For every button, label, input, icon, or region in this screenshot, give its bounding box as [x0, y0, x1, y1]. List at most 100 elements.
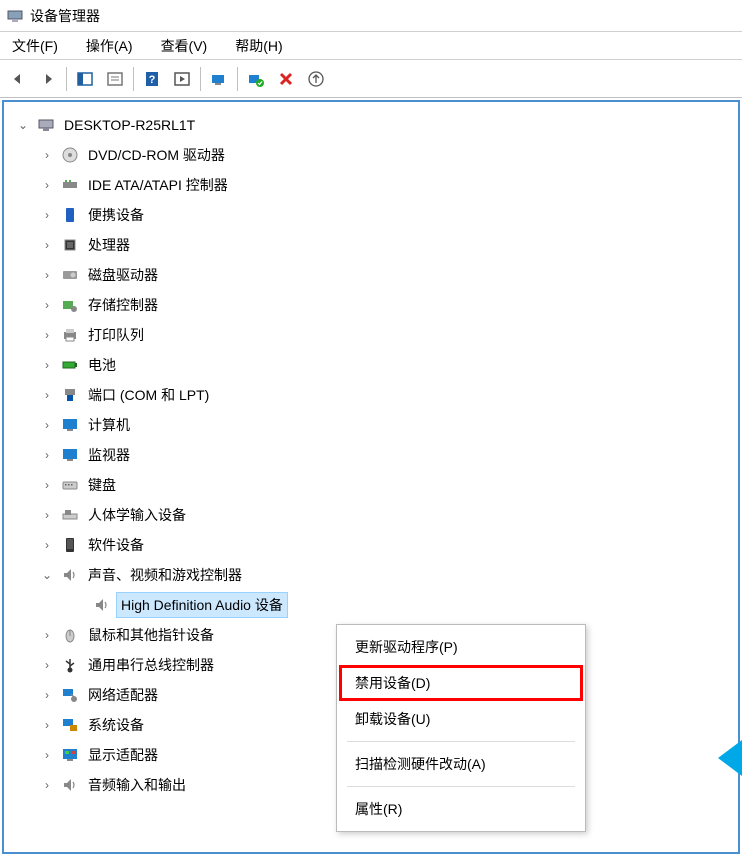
speaker-icon [92, 595, 112, 615]
show-hide-console-button[interactable] [71, 65, 99, 93]
system-icon [60, 715, 80, 735]
root-node[interactable]: ⌄ DESKTOP-R25RL1T [8, 110, 734, 140]
category-label: 计算机 [84, 413, 134, 437]
expander-icon[interactable]: › [38, 416, 56, 434]
expander-icon[interactable]: › [38, 386, 56, 404]
context-menu: 更新驱动程序(P) 禁用设备(D) 卸载设备(U) 扫描检测硬件改动(A) 属性… [336, 624, 586, 832]
menu-view[interactable]: 查看(V) [155, 34, 214, 58]
help-button[interactable]: ? [138, 65, 166, 93]
expander-icon[interactable]: › [38, 296, 56, 314]
ctx-update-driver[interactable]: 更新驱动程序(P) [339, 629, 583, 665]
category-label: DVD/CD-ROM 驱动器 [84, 143, 229, 167]
expander-icon[interactable]: › [38, 506, 56, 524]
ide-icon [60, 175, 80, 195]
menu-action[interactable]: 操作(A) [80, 34, 139, 58]
expander-icon[interactable]: › [38, 746, 56, 764]
port-icon [60, 385, 80, 405]
category-dvd[interactable]: › DVD/CD-ROM 驱动器 [8, 140, 734, 170]
category-software[interactable]: › 软件设备 [8, 530, 734, 560]
monitor-icon [60, 415, 80, 435]
category-computer[interactable]: › 计算机 [8, 410, 734, 440]
uninstall-button[interactable] [272, 65, 300, 93]
expander-icon[interactable]: › [38, 536, 56, 554]
audio-io-icon [60, 775, 80, 795]
category-label: 显示适配器 [84, 743, 162, 767]
category-keyboard[interactable]: › 键盘 [8, 470, 734, 500]
category-label: 电池 [84, 353, 120, 377]
category-label: 音频输入和输出 [84, 773, 190, 797]
category-processor[interactable]: › 处理器 [8, 230, 734, 260]
network-icon [60, 685, 80, 705]
ctx-scan-hardware[interactable]: 扫描检测硬件改动(A) [339, 746, 583, 782]
category-label: 磁盘驱动器 [84, 263, 162, 287]
expander-icon[interactable]: › [38, 476, 56, 494]
properties-button[interactable] [101, 65, 129, 93]
tutorial-arrow-icon [718, 740, 742, 776]
expander-icon[interactable]: › [38, 356, 56, 374]
expander-icon[interactable]: › [38, 266, 56, 284]
category-storage[interactable]: › 存储控制器 [8, 290, 734, 320]
ctx-uninstall-device[interactable]: 卸载设备(U) [339, 701, 583, 737]
expander-icon[interactable]: › [38, 146, 56, 164]
storage-controller-icon [60, 295, 80, 315]
category-hid[interactable]: › 人体学输入设备 [8, 500, 734, 530]
usb-icon [60, 655, 80, 675]
software-icon [60, 535, 80, 555]
category-portable[interactable]: › 便携设备 [8, 200, 734, 230]
svg-text:?: ? [149, 74, 156, 86]
expander-icon[interactable]: › [38, 176, 56, 194]
forward-button[interactable] [34, 65, 62, 93]
expander-icon[interactable]: ⌄ [14, 116, 32, 134]
category-label: 人体学输入设备 [84, 503, 190, 527]
hid-icon [60, 505, 80, 525]
separator [347, 786, 575, 787]
expander-icon[interactable]: › [38, 446, 56, 464]
expander-icon[interactable]: › [38, 686, 56, 704]
menu-help[interactable]: 帮助(H) [229, 34, 288, 58]
expander-icon[interactable]: › [38, 626, 56, 644]
category-monitor[interactable]: › 监视器 [8, 440, 734, 470]
keyboard-icon [60, 475, 80, 495]
expander-icon[interactable]: › [38, 716, 56, 734]
root-label: DESKTOP-R25RL1T [60, 115, 199, 135]
category-ports[interactable]: › 端口 (COM 和 LPT) [8, 380, 734, 410]
update-driver-button[interactable] [302, 65, 330, 93]
category-battery[interactable]: › 电池 [8, 350, 734, 380]
category-label: 声音、视频和游戏控制器 [84, 563, 246, 587]
category-disk[interactable]: › 磁盘驱动器 [8, 260, 734, 290]
menu-file[interactable]: 文件(F) [6, 34, 64, 58]
expander-icon[interactable]: › [38, 776, 56, 794]
ctx-properties[interactable]: 属性(R) [339, 791, 583, 827]
back-button[interactable] [4, 65, 32, 93]
expander-icon[interactable]: ⌄ [38, 566, 56, 584]
category-label: 通用串行总线控制器 [84, 653, 218, 677]
device-hd-audio[interactable]: › High Definition Audio 设备 [8, 590, 734, 620]
disc-icon [60, 145, 80, 165]
gpu-icon [60, 745, 80, 765]
battery-icon [60, 355, 80, 375]
menubar: 文件(F) 操作(A) 查看(V) 帮助(H) [0, 32, 742, 60]
expander-icon[interactable]: › [38, 236, 56, 254]
enable-button[interactable] [242, 65, 270, 93]
portable-icon [60, 205, 80, 225]
category-label: 监视器 [84, 443, 134, 467]
category-label: 端口 (COM 和 LPT) [84, 383, 213, 407]
category-label: 软件设备 [84, 533, 148, 557]
device-label: High Definition Audio 设备 [116, 592, 288, 618]
window-title: 设备管理器 [30, 6, 100, 26]
titlebar: 设备管理器 [0, 0, 742, 32]
action-button[interactable] [168, 65, 196, 93]
category-print[interactable]: › 打印队列 [8, 320, 734, 350]
expander-icon[interactable]: › [38, 326, 56, 344]
separator [347, 741, 575, 742]
ctx-disable-device[interactable]: 禁用设备(D) [339, 665, 583, 701]
category-sound[interactable]: ⌄ 声音、视频和游戏控制器 [8, 560, 734, 590]
computer-icon [36, 115, 56, 135]
category-ide[interactable]: › IDE ATA/ATAPI 控制器 [8, 170, 734, 200]
cpu-icon [60, 235, 80, 255]
toolbar: ? [0, 60, 742, 98]
scan-hardware-button[interactable] [205, 65, 233, 93]
expander-icon[interactable]: › [38, 206, 56, 224]
expander-icon[interactable]: › [38, 656, 56, 674]
device-manager-icon [6, 7, 24, 25]
